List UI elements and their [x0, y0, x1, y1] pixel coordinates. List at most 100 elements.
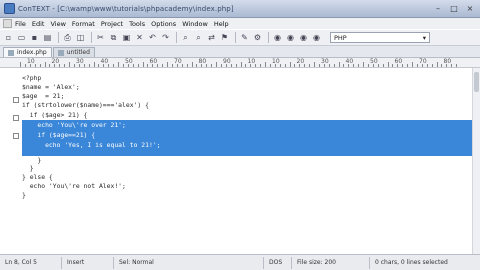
- document-icon[interactable]: [3, 19, 12, 28]
- ruler-tick: [363, 62, 364, 67]
- code-line-6: echo 'You\'re over 21';: [22, 121, 126, 129]
- cursor-position: Ln 8, Col 5: [0, 256, 62, 269]
- tab-index-php[interactable]: index.php: [3, 47, 52, 57]
- ruler-tick: [113, 64, 115, 67]
- ruler-tick: [157, 64, 159, 67]
- menu-window[interactable]: Window: [182, 20, 208, 28]
- code-line-12: echo 'You\'re not Alex!';: [22, 182, 126, 190]
- ruler-tick: [377, 64, 379, 67]
- edit-icon[interactable]: ✎: [239, 32, 250, 43]
- bookmark-icon[interactable]: ⚑: [219, 32, 230, 43]
- tools-icon[interactable]: ⚙: [252, 32, 263, 43]
- macro-4-icon[interactable]: ◉: [311, 32, 322, 43]
- save-icon[interactable]: ▪: [29, 32, 40, 43]
- cut-icon[interactable]: ✂: [95, 32, 106, 43]
- app-icon: [4, 3, 15, 14]
- menu-options[interactable]: Options: [151, 20, 176, 28]
- ruler-tick: [387, 62, 389, 67]
- ruler-tick: [73, 64, 75, 67]
- ruler-tick: [147, 64, 149, 67]
- redo-icon[interactable]: ↷: [160, 32, 171, 43]
- insert-mode: Insert: [62, 256, 114, 269]
- ruler-tick: [24, 64, 26, 67]
- tab-untitled[interactable]: untitled: [52, 47, 95, 57]
- ruler-tick: [235, 64, 237, 67]
- open-folder-icon[interactable]: ▭: [16, 32, 27, 43]
- ruler-tick: [451, 64, 453, 67]
- find-icon[interactable]: ⌕: [180, 32, 191, 43]
- toolbar-divider: [235, 32, 236, 43]
- menu-help[interactable]: Help: [214, 20, 229, 28]
- print-icon[interactable]: ⎙: [62, 32, 73, 43]
- language-select[interactable]: PHP ▾: [330, 32, 430, 43]
- find-next-icon[interactable]: ⌕: [193, 32, 204, 43]
- fold-toggle-icon[interactable]: [13, 133, 19, 139]
- paste-icon[interactable]: ▣: [121, 32, 132, 43]
- fold-toggle-icon[interactable]: [13, 115, 19, 121]
- close-icon[interactable]: ×: [466, 4, 474, 13]
- ruler-tick: [29, 64, 31, 67]
- ruler-tick: [211, 64, 213, 67]
- title-bar: ConTEXT - [C:\wamp\www\tutorials\phpacad…: [0, 0, 480, 18]
- ruler-tick: [78, 64, 80, 67]
- ruler-tick: [260, 64, 262, 67]
- ruler-tick: [407, 64, 409, 67]
- code-line-10: }: [22, 164, 34, 172]
- ruler-tick: [44, 62, 46, 67]
- menu-edit[interactable]: Edit: [32, 20, 45, 28]
- ruler-tick: [284, 64, 286, 67]
- ruler-tick: [230, 64, 232, 67]
- ruler-tick: [162, 64, 164, 67]
- toolbar-divider: [268, 32, 269, 43]
- ruler-tick: [441, 64, 443, 67]
- replace-icon[interactable]: ⇄: [206, 32, 217, 43]
- vertical-scrollbar[interactable]: [472, 68, 480, 254]
- ruler-number: 30: [76, 58, 84, 65]
- code-editor[interactable]: <?php $name = 'Alex'; $age = 21; if (str…: [0, 68, 480, 254]
- ruler-tick: [309, 64, 311, 67]
- ruler-tick: [314, 62, 315, 67]
- ruler-tick: [289, 62, 291, 67]
- ruler-tick: [108, 64, 110, 67]
- undo-icon[interactable]: ↶: [147, 32, 158, 43]
- ruler-tick: [88, 64, 90, 67]
- code-line-8: echo 'Yes, I is equal to 21!';: [22, 141, 161, 149]
- ruler-number: 80: [198, 58, 207, 65]
- ruler-tick: [127, 64, 129, 67]
- menu-project[interactable]: Project: [101, 20, 123, 28]
- menu-tools[interactable]: Tools: [129, 20, 145, 28]
- ruler-tick: [122, 64, 124, 67]
- ruler-tick: [196, 64, 198, 67]
- minimize-icon[interactable]: –: [434, 4, 442, 13]
- menu-file[interactable]: File: [15, 20, 26, 28]
- ruler-tick: [269, 64, 271, 67]
- code-line-5: if ($age> 21) {: [22, 111, 88, 119]
- macro-1-icon[interactable]: ◉: [272, 32, 283, 43]
- line-ending: DOS: [264, 256, 292, 269]
- macro-3-icon[interactable]: ◉: [298, 32, 309, 43]
- fold-toggle-icon[interactable]: [13, 97, 19, 103]
- maximize-icon[interactable]: □: [450, 4, 458, 13]
- copy-icon[interactable]: ⧉: [108, 32, 119, 43]
- ruler-tick: [318, 64, 320, 67]
- ruler-tick: [171, 64, 173, 67]
- ruler-number: 20: [296, 58, 305, 65]
- ruler-number: 50: [370, 58, 378, 65]
- macro-2-icon[interactable]: ◉: [285, 32, 296, 43]
- ruler-tick: [176, 64, 178, 67]
- ruler-tick: [304, 64, 306, 67]
- delete-icon[interactable]: ✕: [134, 32, 145, 43]
- tab-label: index.php: [17, 49, 47, 56]
- menu-view[interactable]: View: [50, 20, 65, 28]
- scrollbar-thumb[interactable]: [474, 72, 479, 92]
- ruler-tick: [358, 64, 360, 67]
- ruler-number: 60: [149, 58, 158, 65]
- new-file-icon[interactable]: ▫: [3, 32, 14, 43]
- ruler-tick: [367, 64, 369, 67]
- ruler-tick: [265, 62, 266, 67]
- menu-format[interactable]: Format: [72, 20, 95, 28]
- ruler-number: 10: [27, 58, 35, 65]
- ruler-tick: [167, 62, 168, 67]
- save-all-icon[interactable]: ▤: [42, 32, 53, 43]
- print-preview-icon[interactable]: ◫: [75, 32, 86, 43]
